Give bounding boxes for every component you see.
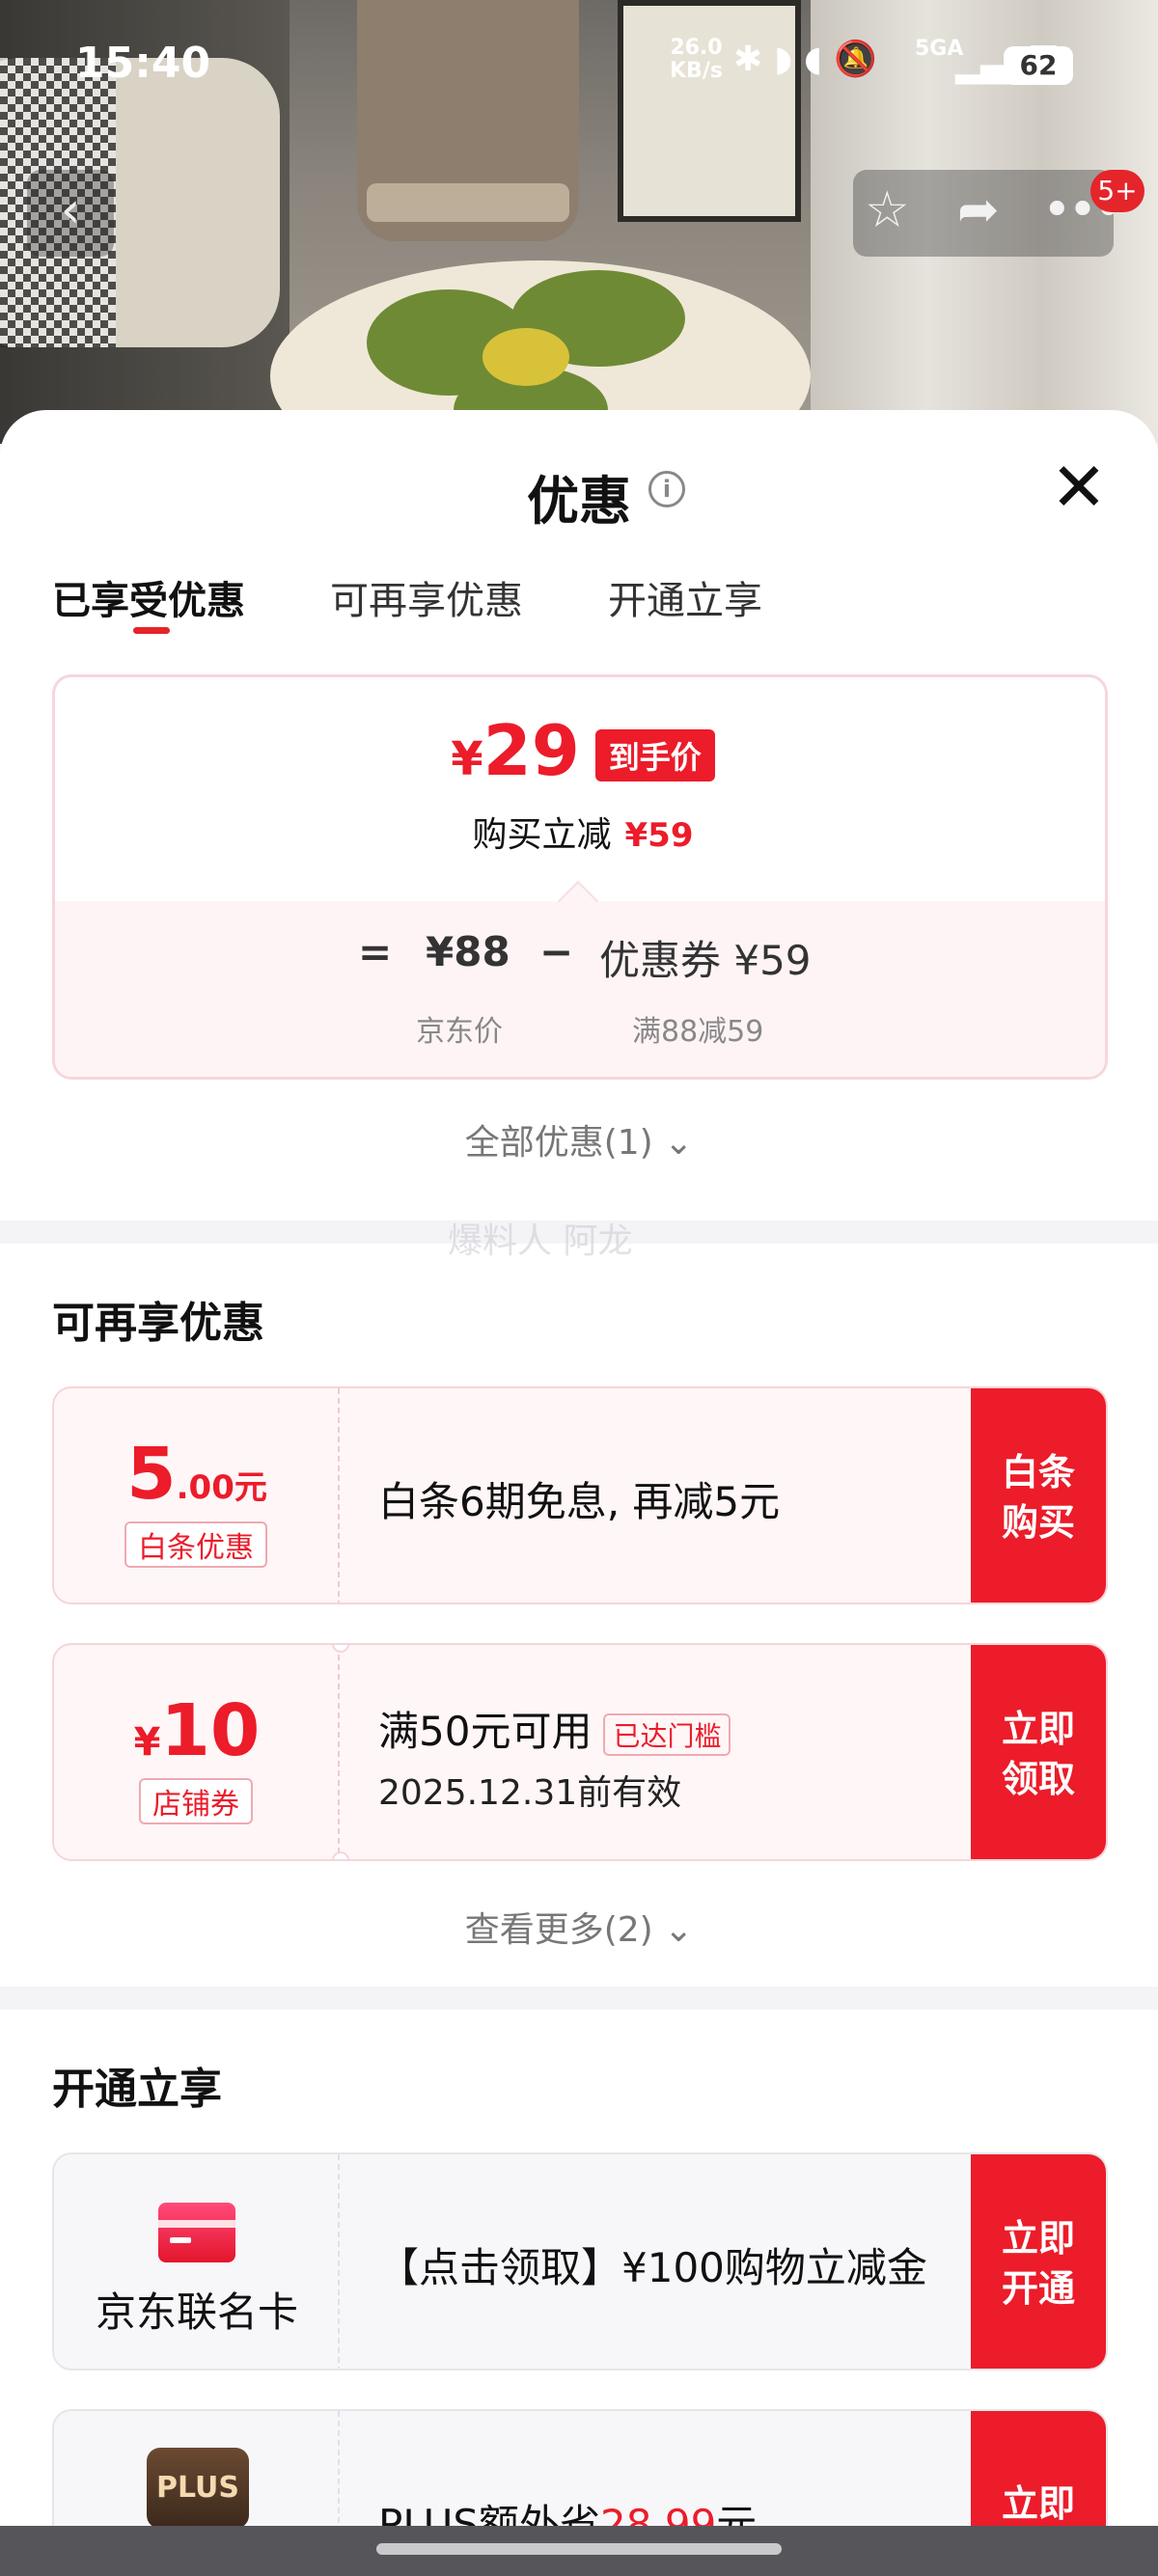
battery-indicator: 62 <box>1004 46 1073 85</box>
chevron-down-icon: ⌄ <box>664 1910 694 1950</box>
active-tab-indicator <box>133 627 170 634</box>
jd-price: ¥88 <box>426 928 510 975</box>
coupon-deduction: 优惠券 ¥59 <box>599 937 812 984</box>
tab-more-offers[interactable]: 可再享优惠 <box>330 569 523 625</box>
earbuds-icon: ◗◖ <box>774 40 835 79</box>
watermark: 爆料人 阿龙 <box>448 1221 633 1261</box>
final-price-tag: 到手价 <box>594 728 715 781</box>
price-breakdown: = ¥88 − 优惠券 ¥59 京东价 满88减59 <box>55 901 1105 1077</box>
favorite-star-icon[interactable]: ☆ <box>865 181 910 239</box>
store-coupon-expiry: 2025.12.31前有效 <box>378 1773 682 1813</box>
home-indicator[interactable] <box>376 2543 782 2555</box>
baitiao-description: 白条6期免息, 再减5元 <box>378 1478 781 1525</box>
status-time: 15:40 <box>75 39 211 88</box>
baitiao-tag: 白条优惠 <box>124 1521 267 1568</box>
plus-membership-icon: PLUS <box>147 2448 249 2529</box>
cobrand-card-description: 【点击领取】¥100购物立减金 <box>378 2244 927 2291</box>
cobrand-card-offer: 京东联名卡 【点击领取】¥100购物立减金 立即 开通 <box>52 2152 1108 2370</box>
see-more-toggle[interactable]: 查看更多(2) ⌄ <box>0 1902 1158 1952</box>
claim-coupon-button[interactable]: 立即 领取 <box>971 1645 1106 1859</box>
coupon-condition: 满88减59 <box>632 1015 764 1049</box>
cobrand-card-name: 京东联名卡 <box>95 2288 298 2336</box>
baitiao-amount: 5.00元 <box>126 1433 267 1516</box>
baitiao-offer-card: 5.00元 白条优惠 白条6期免息, 再减5元 白条 购买 <box>52 1386 1108 1604</box>
offers-sheet: 优惠 i ✕ 已享受优惠 可再享优惠 开通立享 ¥29 到手价 购买立减 ¥59 =… <box>0 410 1158 2576</box>
bluetooth-icon: ✱ <box>733 40 775 79</box>
share-icon[interactable]: ➦ <box>957 181 1000 239</box>
close-icon: ✕ <box>1050 448 1108 527</box>
minus-sign: − <box>539 928 574 975</box>
top-actions: ☆ ➦ ••• <box>853 170 1123 257</box>
silent-icon: 🔕 <box>834 40 889 79</box>
equals-sign: = <box>358 928 393 975</box>
store-coupon-amount: ¥10 <box>133 1689 261 1772</box>
final-price-row: ¥29 到手价 <box>55 712 1105 789</box>
tab-open-now[interactable]: 开通立享 <box>608 569 762 625</box>
store-coupon-tag: 店铺券 <box>139 1778 253 1824</box>
credit-card-icon <box>158 2203 235 2262</box>
section-title-more-offers: 可再享优惠 <box>52 1299 264 1348</box>
all-offers-toggle[interactable]: 全部优惠(1) ⌄ <box>0 1114 1158 1165</box>
sheet-title: 优惠 <box>527 471 631 532</box>
final-price: ¥29 <box>451 710 580 791</box>
status-bar: 15:40 26.0 KB/s ✱◗◖🔕 5GA ▂▄▆█ 62 <box>0 0 1158 125</box>
chevron-down-icon: ⌄ <box>664 1123 694 1163</box>
reduce-row: 购买立减 ¥59 <box>472 815 694 855</box>
store-coupon-condition: 满50元可用 已达门槛 <box>378 1699 731 1758</box>
section-divider <box>0 1987 1158 2010</box>
message-badge: 5+ <box>1090 170 1144 212</box>
open-card-button[interactable]: 立即 开通 <box>971 2154 1106 2369</box>
section-title-open-now: 开通立享 <box>52 2065 222 2114</box>
tab-enjoyed[interactable]: 已享受优惠 <box>52 569 245 625</box>
close-button[interactable]: ✕ <box>1050 453 1108 521</box>
chevron-left-icon: ‹ <box>60 181 81 239</box>
threshold-reached-badge: 已达门槛 <box>603 1713 731 1756</box>
price-summary-card: ¥29 到手价 购买立减 ¥59 = ¥88 − 优惠券 ¥59 京东价 满88减5… <box>52 674 1108 1080</box>
back-button[interactable]: ‹ <box>27 170 114 257</box>
baitiao-buy-button[interactable]: 白条 购买 <box>971 1388 1106 1603</box>
jd-price-label: 京东价 <box>416 1015 503 1049</box>
info-icon[interactable]: i <box>648 471 685 507</box>
network-speed: 26.0 KB/s <box>670 36 723 83</box>
status-icons: ✱◗◖🔕 <box>733 39 889 79</box>
store-coupon-card: ¥10 店铺券 满50元可用 已达门槛 2025.12.31前有效 立即 领取 <box>52 1643 1108 1861</box>
